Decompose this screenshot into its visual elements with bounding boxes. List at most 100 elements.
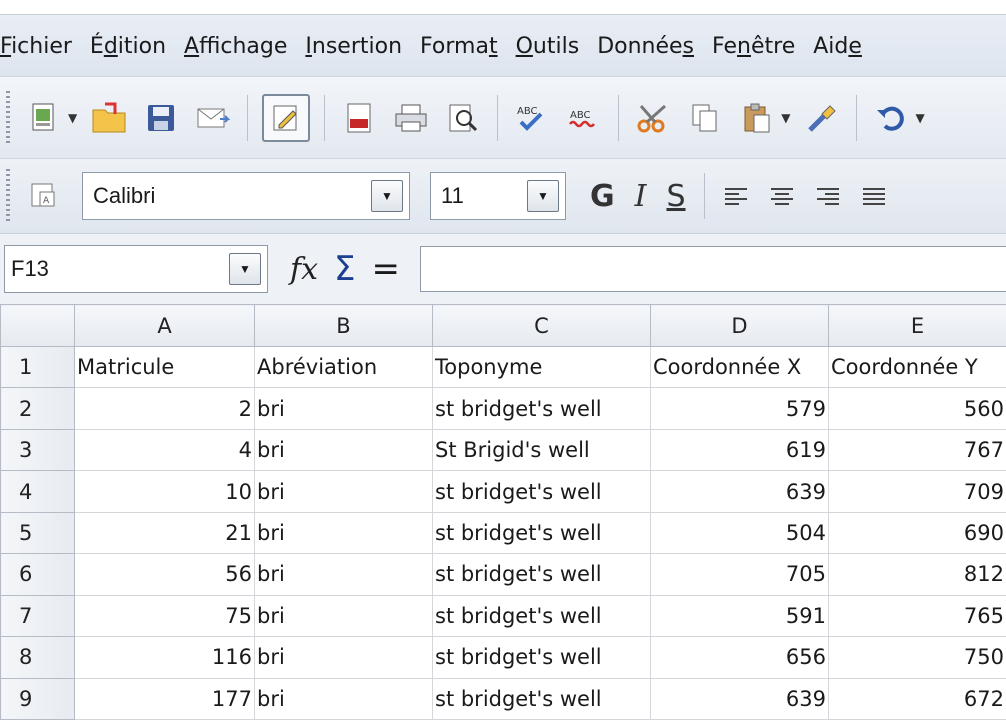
paste-icon[interactable] xyxy=(737,98,777,138)
cell-e[interactable]: 690 xyxy=(828,511,1006,555)
font-size-combo[interactable]: 11 ▼ xyxy=(430,172,566,220)
cell-a[interactable]: 116 xyxy=(74,636,255,679)
cell-d[interactable]: 639 xyxy=(650,677,829,720)
menu-item[interactable]: Aide xyxy=(813,34,874,59)
edit-mode-icon[interactable] xyxy=(262,94,311,142)
cell-e[interactable]: 750 xyxy=(828,636,1006,679)
name-box[interactable]: F13 ▼ xyxy=(4,245,268,293)
column-header-c[interactable]: C xyxy=(432,304,651,347)
cell-e[interactable]: 560 xyxy=(828,387,1006,430)
cell-a[interactable]: 56 xyxy=(74,553,255,596)
menu-item[interactable]: Affichage xyxy=(184,34,299,59)
cell-e[interactable]: 672 xyxy=(828,677,1006,720)
row-header[interactable]: 2 xyxy=(0,387,75,430)
row-header[interactable]: 1 xyxy=(0,345,75,389)
copy-icon[interactable] xyxy=(685,98,725,138)
menu-item[interactable]: Fenêtre xyxy=(712,34,807,59)
cell-c[interactable]: st bridget's well xyxy=(432,594,651,638)
cell-b[interactable]: bri xyxy=(254,511,433,555)
row-header[interactable]: 6 xyxy=(0,553,75,596)
row-header[interactable]: 9 xyxy=(0,677,75,720)
paste-dropdown-arrow[interactable]: ▼ xyxy=(781,111,790,125)
select-all-corner[interactable] xyxy=(0,304,75,347)
cell-a[interactable]: 177 xyxy=(74,677,255,720)
toolbar-grip[interactable] xyxy=(6,169,10,223)
align-left-icon[interactable] xyxy=(724,185,747,208)
cell-a[interactable]: 21 xyxy=(74,511,255,555)
cell-a[interactable]: 10 xyxy=(74,470,255,513)
cell-a[interactable]: 2 xyxy=(74,387,255,430)
function-icon[interactable]: = xyxy=(372,249,401,289)
chevron-down-icon[interactable]: ▼ xyxy=(229,253,261,285)
open-folder-icon[interactable] xyxy=(89,98,129,138)
cell-d[interactable]: 656 xyxy=(650,636,829,679)
email-icon[interactable] xyxy=(193,98,233,138)
cell-c[interactable]: St Brigid's well xyxy=(432,428,651,472)
clone-formatting-icon[interactable] xyxy=(802,98,842,138)
cell-c[interactable]: st bridget's well xyxy=(432,511,651,555)
cell-b[interactable]: bri xyxy=(254,594,433,638)
chevron-down-icon[interactable]: ▼ xyxy=(527,180,559,212)
cell-c[interactable]: st bridget's well xyxy=(432,470,651,513)
justify-icon[interactable] xyxy=(862,185,885,208)
cell-b[interactable]: Abréviation xyxy=(254,345,433,389)
row-header[interactable]: 8 xyxy=(0,636,75,679)
cell-e[interactable]: 767 xyxy=(828,428,1006,472)
cell-d[interactable]: 639 xyxy=(650,470,829,513)
cell-d[interactable]: Coordonnée X xyxy=(650,345,829,389)
new-document-icon[interactable] xyxy=(24,98,64,138)
cell-a[interactable]: 4 xyxy=(74,428,255,472)
menu-item[interactable]: Insertion xyxy=(305,34,414,59)
menu-item[interactable]: Données xyxy=(597,34,706,59)
print-icon[interactable] xyxy=(391,98,431,138)
autospellcheck-icon[interactable]: ABC xyxy=(564,98,604,138)
toolbar-grip[interactable] xyxy=(6,91,10,145)
cell-c[interactable]: st bridget's well xyxy=(432,387,651,430)
save-icon[interactable] xyxy=(141,98,181,138)
menu-item[interactable]: Format xyxy=(420,34,510,59)
function-wizard-icon[interactable]: fx xyxy=(290,252,318,287)
cell-e[interactable]: 709 xyxy=(828,470,1006,513)
cell-b[interactable]: bri xyxy=(254,636,433,679)
styles-formatting-icon[interactable]: A xyxy=(24,176,64,216)
row-header[interactable]: 4 xyxy=(0,470,75,513)
cell-d[interactable]: 619 xyxy=(650,428,829,472)
formula-input[interactable] xyxy=(420,246,1006,292)
cell-c[interactable]: st bridget's well xyxy=(432,636,651,679)
italic-button[interactable]: I xyxy=(635,179,647,214)
undo-icon[interactable] xyxy=(871,98,911,138)
spellcheck-icon[interactable]: ABC xyxy=(512,98,552,138)
row-header[interactable]: 3 xyxy=(0,428,75,472)
column-header-d[interactable]: D xyxy=(650,304,829,347)
cell-c[interactable]: Toponyme xyxy=(432,345,651,389)
cell-e[interactable]: 812 xyxy=(828,553,1006,596)
menu-item[interactable]: Fichier xyxy=(0,34,84,59)
cell-b[interactable]: bri xyxy=(254,428,433,472)
column-header-e[interactable]: E xyxy=(828,304,1006,347)
undo-dropdown-arrow[interactable]: ▼ xyxy=(915,111,924,125)
underline-button[interactable]: S xyxy=(666,179,685,214)
bold-button[interactable]: G xyxy=(590,179,615,214)
menu-item[interactable]: Édition xyxy=(90,34,178,59)
new-dropdown-arrow[interactable]: ▼ xyxy=(68,111,77,125)
cut-icon[interactable] xyxy=(633,98,673,138)
column-header-b[interactable]: B xyxy=(254,304,433,347)
cell-e[interactable]: Coordonnée Y xyxy=(828,345,1006,389)
cell-b[interactable]: bri xyxy=(254,387,433,430)
cell-b[interactable]: bri xyxy=(254,553,433,596)
column-header-a[interactable]: A xyxy=(74,304,255,347)
cell-a[interactable]: Matricule xyxy=(74,345,255,389)
align-right-icon[interactable] xyxy=(816,185,839,208)
row-header[interactable]: 7 xyxy=(0,594,75,638)
align-center-icon[interactable] xyxy=(770,185,793,208)
export-pdf-icon[interactable] xyxy=(339,98,379,138)
cell-c[interactable]: st bridget's well xyxy=(432,677,651,720)
cell-c[interactable]: st bridget's well xyxy=(432,553,651,596)
sum-icon[interactable]: Σ xyxy=(334,249,355,289)
cell-d[interactable]: 504 xyxy=(650,511,829,555)
cell-b[interactable]: bri xyxy=(254,677,433,720)
cell-d[interactable]: 705 xyxy=(650,553,829,596)
cell-d[interactable]: 591 xyxy=(650,594,829,638)
cell-b[interactable]: bri xyxy=(254,470,433,513)
chevron-down-icon[interactable]: ▼ xyxy=(371,180,403,212)
